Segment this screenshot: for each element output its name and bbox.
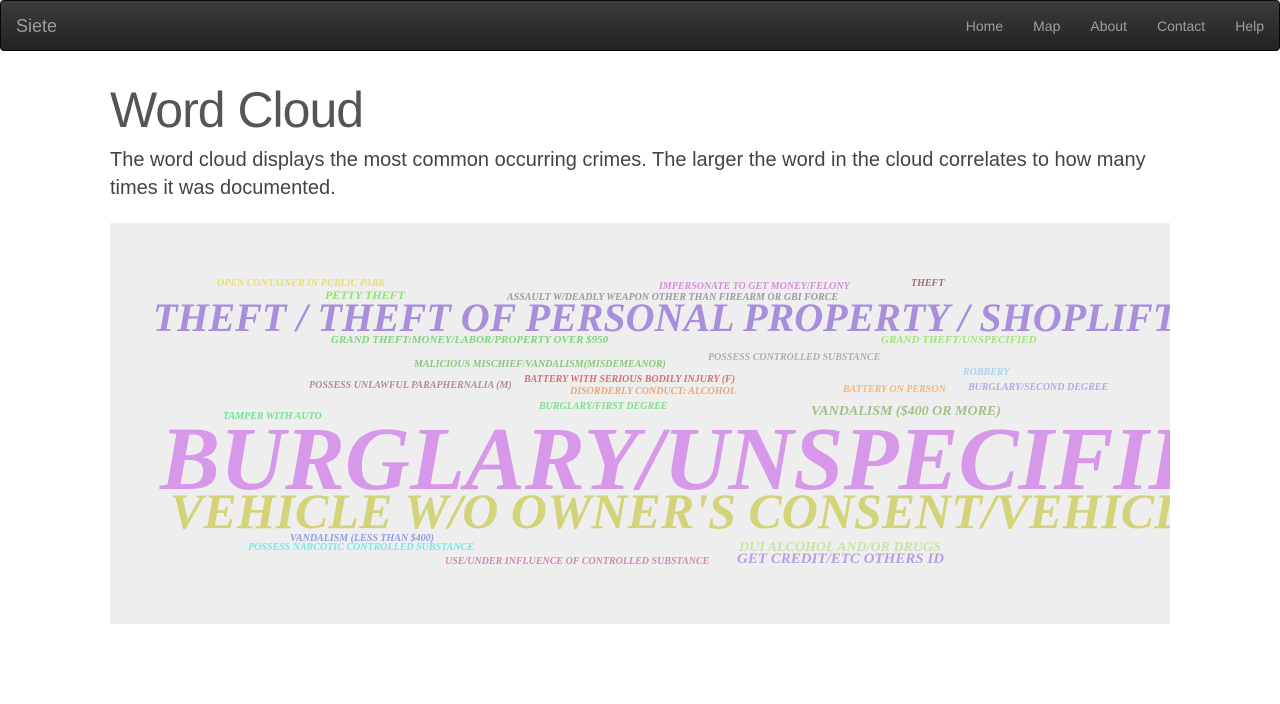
- nav-contact[interactable]: Contact: [1142, 1, 1220, 51]
- word-cloud-word: USE/UNDER INFLUENCE OF CONTROLLED SUBSTA…: [445, 556, 710, 567]
- page-description: The word cloud displays the most common …: [110, 149, 1146, 199]
- word-cloud-word: POSSESS NARCOTIC CONTROLLED SUBSTANCE: [248, 542, 474, 553]
- word-cloud-word: BATTERY WITH SERIOUS BODILY INJURY (F): [523, 374, 735, 385]
- nav-menu: Home Map About Contact Help: [951, 1, 1279, 51]
- word-cloud-word: IMPERSONATE TO GET MONEY/FELONY: [658, 281, 851, 292]
- word-cloud-word: THEFT: [911, 278, 945, 289]
- word-cloud-panel: OPEN CONTAINER IN PUBLIC PARK PETTY THEFT…: [110, 223, 1170, 624]
- top-navbar: Siete Home Map About Contact Help: [0, 0, 1280, 51]
- word-cloud-word: ROBBERY: [962, 367, 1010, 378]
- word-cloud-word: BURGLARY/SECOND DEGREE: [967, 382, 1108, 393]
- nav-help[interactable]: Help: [1220, 1, 1279, 51]
- word-cloud-word: BATTERY ON PERSON: [842, 384, 947, 395]
- word-cloud-word: POSSESS UNLAWFUL PARAPHERNALIA (M): [309, 380, 512, 391]
- word-cloud-word: GET CREDIT/ETC OTHERS ID: [737, 551, 944, 567]
- word-cloud-word: MALICIOUS MISCHIEF/VANDALISM(MISDEMEANOR…: [413, 359, 666, 370]
- page-title: Word Cloud: [110, 82, 364, 138]
- word-cloud-word: POSSESS CONTROLLED SUBSTANCE: [708, 352, 881, 363]
- word-cloud-word: GRAND THEFT:MONEY/LABOR/PROPERTY OVER $9…: [331, 334, 609, 346]
- brand-link[interactable]: Siete: [16, 16, 57, 36]
- nav-map[interactable]: Map: [1018, 1, 1075, 51]
- word-cloud-word: VEHICLE W/O OWNER'S CONSENT/VEHICLE THEF…: [170, 483, 1170, 539]
- word-cloud: OPEN CONTAINER IN PUBLIC PARKPETTY THEFT…: [153, 278, 1170, 567]
- nav-home[interactable]: Home: [951, 1, 1018, 51]
- nav-about[interactable]: About: [1075, 1, 1142, 51]
- word-cloud-word: DISORDERLY CONDUCT: ALCOHOL: [569, 386, 736, 397]
- word-cloud-word: GRAND THEFT/UNSPECIFIED: [881, 334, 1037, 346]
